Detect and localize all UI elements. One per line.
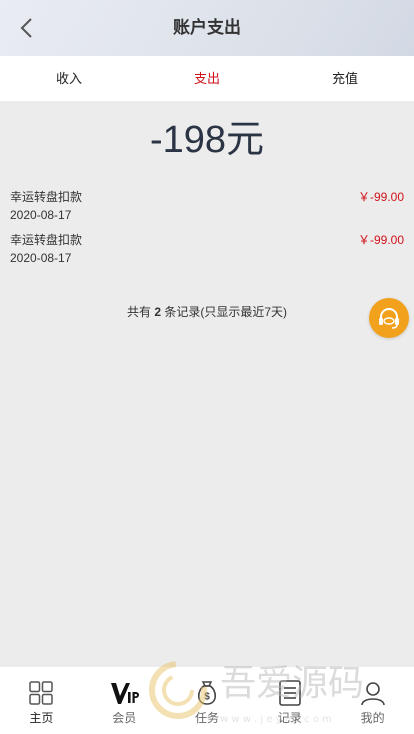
chevron-left-icon bbox=[20, 18, 32, 38]
tab-income[interactable]: 收入 bbox=[0, 56, 138, 101]
list-item: 幸运转盘扣款 2020-08-17 ￥-99.00 bbox=[10, 189, 404, 227]
nav-label: 任务 bbox=[194, 711, 219, 725]
record-date: 2020-08-17 bbox=[10, 208, 72, 222]
summary-suffix: 条记录(只显示最近7天) bbox=[164, 305, 288, 319]
record-amount: ￥-99.00 bbox=[357, 233, 404, 247]
vip-icon bbox=[109, 678, 140, 708]
tab-expense[interactable]: 支出 bbox=[138, 56, 276, 101]
money-bag-icon: $ bbox=[192, 678, 222, 708]
user-icon bbox=[358, 678, 388, 708]
record-date: 2020-08-17 bbox=[10, 251, 72, 265]
record-title: 幸运转盘扣款 bbox=[10, 233, 83, 247]
nav-vip[interactable]: 会员 bbox=[83, 667, 166, 734]
summary-prefix: 共有 bbox=[126, 305, 151, 319]
list-icon bbox=[275, 678, 305, 708]
record-amount: ￥-99.00 bbox=[357, 190, 404, 204]
page-title: 账户支出 bbox=[173, 18, 241, 37]
nav-label: 会员 bbox=[112, 711, 137, 725]
summary-count: 2 bbox=[154, 305, 162, 319]
nav-records[interactable]: 记录 bbox=[248, 667, 331, 734]
header-bar: 账户支出 bbox=[0, 0, 414, 56]
record-summary: 共有 2 条记录(只显示最近7天) bbox=[0, 303, 414, 321]
nav-label: 我的 bbox=[360, 711, 385, 725]
nav-home[interactable]: 主页 bbox=[0, 667, 83, 734]
record-title: 幸运转盘扣款 bbox=[10, 190, 83, 204]
nav-label: 主页 bbox=[29, 711, 54, 725]
nav-label: 记录 bbox=[277, 711, 302, 725]
customer-service-button[interactable] bbox=[369, 298, 409, 338]
tab-recharge[interactable]: 充值 bbox=[276, 56, 414, 101]
headset-icon bbox=[379, 308, 399, 329]
tab-bar: 收入 支出 充值 bbox=[0, 56, 414, 101]
nav-task[interactable]: $ 任务 bbox=[166, 667, 249, 734]
nav-mine[interactable]: 我的 bbox=[331, 667, 414, 734]
back-button[interactable] bbox=[12, 14, 40, 42]
home-grid-icon bbox=[26, 678, 56, 708]
bottom-nav: 主页 会员 $ 任务 记录 我的 bbox=[0, 667, 414, 734]
svg-text:$: $ bbox=[204, 692, 210, 703]
total-amount: -198元 bbox=[149, 119, 265, 161]
list-item: 幸运转盘扣款 2020-08-17 ￥-99.00 bbox=[10, 232, 404, 270]
